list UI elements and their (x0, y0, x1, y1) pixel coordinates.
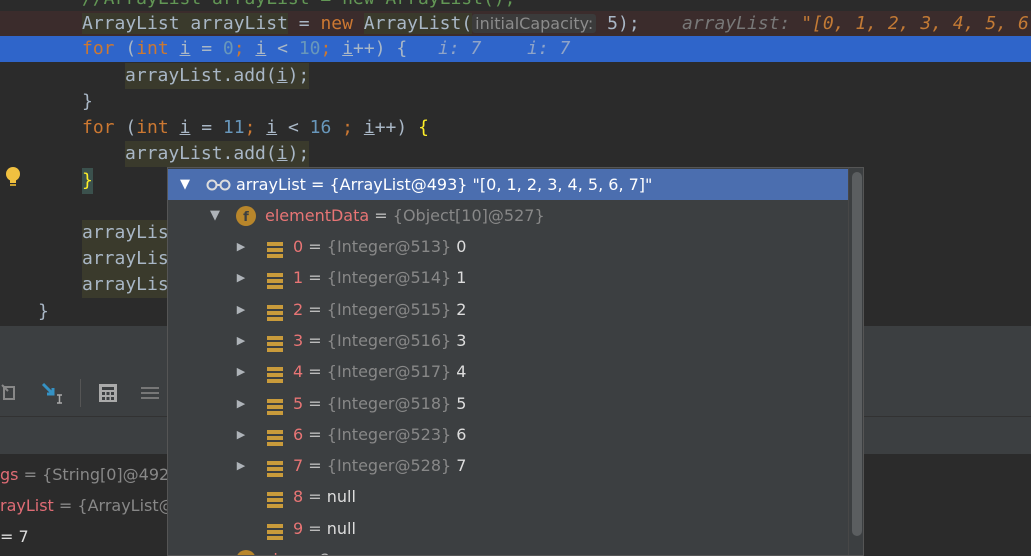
tree-row-label: arrayList = {ArrayList@493} "[0, 1, 2, 3… (236, 175, 653, 194)
code-text: for (int i = 11; i < 16 ; i++) { (82, 117, 429, 138)
param-hint: initialCapacity: (472, 14, 597, 33)
tree-row-element[interactable]: ▶ 5 = {Integer@518} 5 (168, 388, 848, 419)
code-text: } (82, 168, 93, 194)
tree-row-field[interactable]: ▼ f elementData = {Object[10]@527} (168, 200, 848, 231)
chevron-right-icon[interactable]: ▶ (234, 325, 248, 356)
tree-row-label: 6 = {Integer@523} 6 (293, 424, 467, 444)
tree-row-label: 9 = null (293, 518, 356, 538)
tree-row-label: 8 = null (293, 487, 356, 507)
tree-row-label: elementData = {Object[10]@527} (265, 206, 545, 225)
chevron-right-icon[interactable]: ▶ (234, 388, 248, 419)
tree-row-element[interactable]: 9 = null (168, 513, 848, 544)
variable-row[interactable]: gs = {String[0]@492} (0, 459, 179, 490)
chevron-down-icon[interactable]: ▼ (208, 200, 222, 231)
tree-row-label: 4 = {Integer@517} 4 (293, 362, 467, 382)
chevron-right-icon[interactable]: ▶ (234, 262, 248, 293)
chevron-right-icon[interactable]: ▶ (234, 419, 248, 450)
code-text: arrayLis (82, 220, 169, 246)
scrollbar-thumb[interactable] (852, 172, 862, 536)
tree-row-element[interactable]: ▶ 4 = {Integer@517} 4 (168, 356, 848, 387)
code-line: arrayList.add(i); (0, 141, 1031, 167)
variable-row[interactable]: rayList = {ArrayList@4 (0, 490, 185, 521)
lightbulb-icon[interactable] (5, 166, 21, 188)
variable-inspect-popup[interactable]: ▼ arrayList = {ArrayList@493} "[0, 1, 2,… (167, 167, 864, 556)
tree-row-element[interactable]: ▶ 2 = {Integer@515} 2 (168, 294, 848, 325)
code-text: arrayList.add(i); (125, 63, 310, 89)
inline-debug-value: arrayList: "[0, 1, 2, 3, 4, 5, 6 (682, 13, 1029, 34)
field-icon: f (236, 205, 256, 226)
step-into-icon[interactable] (40, 381, 64, 405)
code-text: arrayList.add(i); (125, 141, 310, 167)
tree-row-element[interactable]: ▶ 7 = {Integer@528} 7 (168, 450, 848, 481)
tree-row-label: size = 8 (265, 544, 330, 555)
chevron-right-icon[interactable]: ▶ (234, 231, 248, 262)
drop-frame-icon[interactable] (0, 381, 24, 405)
code-line: ArrayList arrayList = new ArrayList(init… (0, 11, 1031, 37)
code-line: arrayList.add(i); (0, 63, 1031, 89)
tree-row-root[interactable]: ▼ arrayList = {ArrayList@493} "[0, 1, 2,… (168, 169, 848, 200)
variable-row[interactable]: = 7 (0, 521, 29, 552)
tree-row-element[interactable]: ▶ 0 = {Integer@513} 0 (168, 231, 848, 262)
code-text: } (38, 301, 49, 322)
tree-row-field[interactable]: size = 8 (168, 544, 848, 555)
inline-debug-value: i: 7 (527, 38, 571, 59)
tree-row-element[interactable]: 8 = null (168, 481, 848, 512)
tree-row-element[interactable]: ▶ 3 = {Integer@516} 3 (168, 325, 848, 356)
tree-row-element[interactable]: ▶ 6 = {Integer@523} 6 (168, 419, 848, 450)
code-line: } (0, 89, 1031, 115)
code-line: for (int i = 11; i < 16 ; i++) { (0, 115, 1031, 141)
tree-row-label: 5 = {Integer@518} 5 (293, 393, 467, 413)
code-text: arrayLis (82, 246, 169, 272)
calculator-icon[interactable] (96, 381, 120, 405)
tree-row-element[interactable]: ▶ 1 = {Integer@514} 1 (168, 262, 848, 293)
tree-row-label: 0 = {Integer@513} 0 (293, 237, 467, 256)
popup-scrollbar[interactable] (848, 168, 863, 555)
tree-row-label: 3 = {Integer@516} 3 (293, 330, 467, 350)
chevron-right-icon[interactable]: ▶ (234, 450, 248, 481)
tree-row-label: 2 = {Integer@515} 2 (293, 299, 467, 319)
field-icon (236, 549, 256, 555)
code-text: for (int i = 0; i < 10; i++) { (82, 38, 408, 59)
svg-text:f: f (243, 210, 249, 225)
inline-debug-value: i: 7 (438, 38, 482, 59)
chevron-right-icon[interactable]: ▶ (234, 356, 248, 387)
tree-row-label: 1 = {Integer@514} 1 (293, 268, 467, 288)
toolbar-separator (80, 379, 81, 407)
code-text: arrayLis (82, 272, 169, 298)
tree-row-label: 7 = {Integer@528} 7 (293, 456, 467, 476)
chevron-right-icon[interactable]: ▶ (234, 294, 248, 325)
code-text: } (82, 91, 93, 112)
current-execution-line: for (int i = 0; i < 10; i++) { i: 7 i: 7 (0, 36, 1031, 62)
trace-stream-icon[interactable] (138, 381, 162, 405)
code-text: ArrayList arrayList = new ArrayList(init… (82, 13, 640, 34)
chevron-down-icon[interactable]: ▼ (178, 169, 192, 200)
